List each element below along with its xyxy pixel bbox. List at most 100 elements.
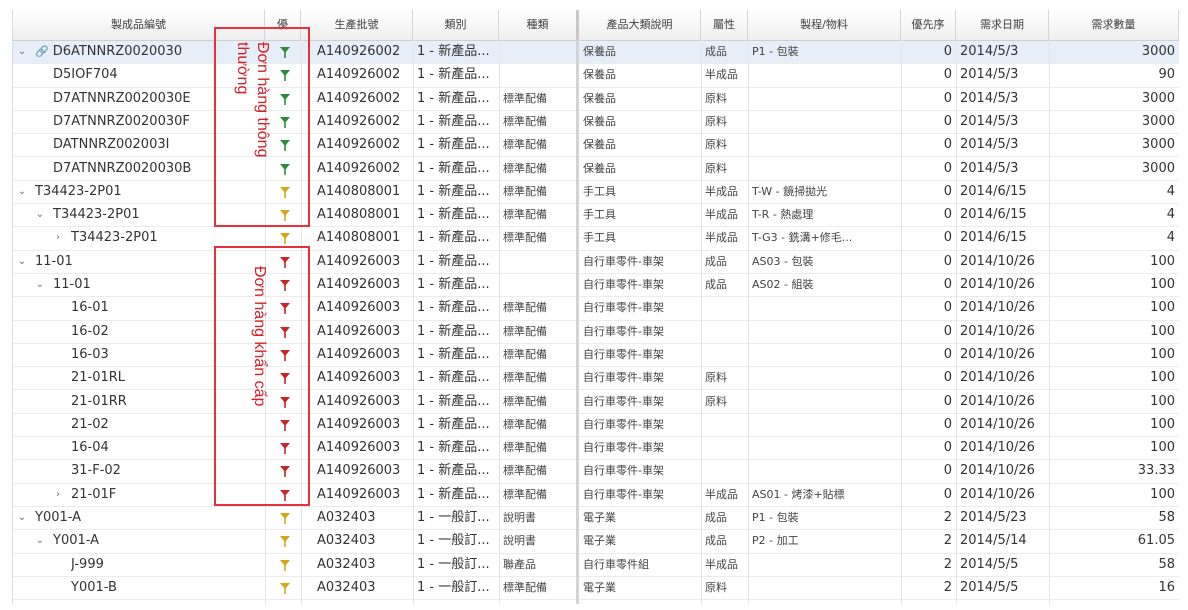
- batch-cell: A140808001: [317, 207, 401, 223]
- table-row[interactable]: 16-02 A140926003 1 - 新產品... 標準配備 自行車零件-車架 0 20…: [13, 321, 1179, 344]
- qty-cell: 3000: [1141, 44, 1175, 59]
- qty-cell: 90: [1158, 67, 1175, 83]
- header-demand-date[interactable]: 需求日期: [956, 10, 1049, 40]
- column-divider: [748, 40, 749, 604]
- qty-cell: 100: [1150, 486, 1175, 502]
- attribute-cell: 半成品: [705, 231, 738, 245]
- collapse-toggle-icon[interactable]: ⌄: [35, 204, 45, 226]
- product-code-text: 16-01: [71, 300, 109, 316]
- desc-cell: 自行車零件-車架: [583, 464, 664, 478]
- desc-cell: 保養品: [583, 114, 616, 128]
- process-cell: [748, 460, 901, 482]
- table-row[interactable]: 21-01RR A140926003 1 - 新產品... 標準配備 自行車零件-車架 原…: [13, 391, 1179, 414]
- desc-cell: 電子業: [583, 534, 616, 548]
- priority-cell: 0: [943, 67, 952, 83]
- collapse-toggle-icon[interactable]: ⌄: [17, 507, 27, 529]
- qty-cell: 100: [1150, 370, 1175, 386]
- header-batch-no[interactable]: 生產批號: [301, 10, 413, 40]
- table-row[interactable]: ⌄ T34423-2P01 A140808001 1 - 新產品... 標準配備 手工具 半…: [13, 181, 1179, 205]
- table-row[interactable]: D7ATNNRZ0020030B A140926002 1 - 新產品... 標準配備…: [13, 158, 1179, 181]
- date-cell: 2014/6/15: [960, 230, 1027, 246]
- collapse-toggle-icon[interactable]: ⌄: [17, 181, 27, 203]
- table-row[interactable]: ⌄ 11-01 A140926003 1 - 新產品... 自行車零件-車架 成品 AS02…: [13, 274, 1179, 298]
- table-row[interactable]: J-999 A032403 1 - 一般訂... 聯產品 自行車零件組 半成品 2 2014/…: [13, 554, 1179, 577]
- attribute-cell: 原料: [705, 580, 727, 594]
- process-cell: AS03 - 包裝: [752, 254, 814, 268]
- header-process-material[interactable]: 製程/物料: [748, 10, 901, 40]
- product-code-text: T34423-2P01: [53, 207, 140, 223]
- table-row[interactable]: 21-02 A140926003 1 - 新產品... 標準配備 自行車零件-車架 0 20…: [13, 414, 1179, 438]
- kind-cell: 聯產品: [503, 557, 536, 571]
- priority-cell: 0: [943, 137, 952, 153]
- table-row[interactable]: ⌄ 🔗 D6ATNNRZ0020030 A140926002 1 - 新產品... 保養品…: [13, 41, 1179, 65]
- qty-cell: 3000: [1141, 90, 1175, 106]
- product-code-cell[interactable]: Y001-A: [35, 507, 263, 529]
- table-row[interactable]: 31-F-02 A140926003 1 - 新產品... 標準配備 自行車零件-車架 0…: [13, 460, 1179, 484]
- desc-cell: 自行車零件-車架: [583, 278, 664, 291]
- kind-cell: 說明書: [503, 511, 536, 524]
- kind-cell: 標準配備: [503, 138, 547, 152]
- process-cell: [748, 158, 901, 180]
- batch-cell: A140926003: [317, 463, 401, 479]
- table-row[interactable]: 21-01RL A140926003 1 - 新產品... 標準配備 自行車零件-車架 原…: [13, 367, 1179, 391]
- header-category[interactable]: 類別: [413, 10, 499, 40]
- collapse-toggle-icon[interactable]: ⌄: [17, 41, 27, 63]
- header-demand-qty[interactable]: 需求數量: [1049, 10, 1179, 40]
- desc-cell: 自行車零件-車架: [583, 347, 664, 361]
- qty-cell: 100: [1150, 346, 1175, 362]
- date-cell: 2014/6/15: [960, 207, 1027, 223]
- product-code-text: T34423-2P01: [35, 183, 122, 199]
- table-row[interactable]: D7ATNNRZ0020030F A140926002 1 - 新產品... 標準配備…: [13, 111, 1179, 135]
- desc-cell: 自行車零件-車架: [583, 417, 664, 431]
- priority-flag-icon: [280, 513, 290, 524]
- table-row[interactable]: ⌄ 11-01 A140926003 1 - 新產品... 自行車零件-車架 成品 AS03…: [13, 251, 1179, 274]
- table-row[interactable]: ⌄ Y001-A A032403 1 - 一般訂... 說明書 電子業 成品 P2 - 加工 2…: [13, 530, 1179, 554]
- product-code-cell[interactable]: Y001-A: [53, 530, 263, 552]
- expand-toggle-icon[interactable]: ›: [53, 484, 63, 506]
- priority-cell: 2: [943, 533, 952, 549]
- batch-cell: A140926002: [317, 113, 401, 129]
- collapse-toggle-icon[interactable]: ⌄: [35, 274, 45, 296]
- table-row[interactable]: Y001-B A032403 1 - 一般訂... 標準配備 電子業 原料 2 2014/5/…: [13, 577, 1179, 601]
- table-row[interactable]: 16-04 A140926003 1 - 新產品... 標準配備 自行車零件-車架 0 20…: [13, 437, 1179, 461]
- process-cell: AS01 - 烤漆+貼標: [752, 487, 845, 501]
- table-row[interactable]: ⌄ T34423-2P01 A140808001 1 - 新產品... 標準配備 手工具 半…: [13, 204, 1179, 228]
- category-cell: 1 - 新產品...: [417, 90, 490, 106]
- table-row[interactable]: ⌄ Y001-A A032403 1 - 一般訂... 說明書 電子業 成品 P1 - 包裝 2…: [13, 507, 1179, 531]
- table-row[interactable]: › 21-01F A140926003 1 - 新產品... 標準配備 自行車零件-車架 半…: [13, 484, 1179, 507]
- process-cell: [748, 297, 901, 319]
- priority-cell: 0: [943, 183, 952, 199]
- priority-cell: 2: [943, 556, 952, 572]
- process-cell: [748, 367, 901, 389]
- batch-cell: A140926003: [317, 323, 401, 339]
- collapse-toggle-icon[interactable]: ⌄: [35, 530, 45, 552]
- category-cell: 1 - 新產品...: [417, 323, 490, 339]
- batch-cell: A032403: [317, 556, 376, 572]
- process-cell: [748, 437, 901, 459]
- expand-toggle-icon[interactable]: ›: [53, 227, 63, 249]
- header-product-desc[interactable]: 產品大類說明: [579, 10, 701, 40]
- process-cell: [748, 88, 901, 110]
- desc-cell: 保養品: [583, 68, 616, 82]
- priority-cell: 0: [943, 346, 952, 362]
- table-row[interactable]: 16-01 A140926003 1 - 新產品... 標準配備 自行車零件-車架 0 20…: [13, 297, 1179, 321]
- header-sequence[interactable]: 優先序: [901, 10, 956, 40]
- product-code-text: Y001-B: [71, 579, 117, 595]
- qty-cell: 3000: [1141, 137, 1175, 153]
- table-row[interactable]: 16-03 A140926003 1 - 新產品... 標準配備 自行車零件-車架 0 20…: [13, 344, 1179, 368]
- priority-cell: 0: [943, 393, 952, 409]
- table-row[interactable]: › T34423-2P01 A140808001 1 - 新產品... 標準配備 手工具 半…: [13, 227, 1179, 251]
- header-attribute[interactable]: 屬性: [701, 10, 748, 40]
- table-row[interactable]: DATNNRZ002003I A140926002 1 - 新產品... 標準配備 保養…: [13, 134, 1179, 158]
- process-cell: AS02 - 組裝: [752, 278, 814, 291]
- table-row[interactable]: D5IOF704 A140926002 1 - 新產品... 保養品 半成品 0 2014/…: [13, 64, 1179, 88]
- table-row[interactable]: D7ATNNRZ0020030E A140926002 1 - 新產品... 標準配備…: [13, 88, 1179, 111]
- product-code-cell[interactable]: Y001-B: [71, 577, 263, 599]
- product-code-cell[interactable]: J-999: [71, 554, 263, 576]
- date-cell: 2014/10/26: [960, 440, 1035, 456]
- collapse-toggle-icon[interactable]: ⌄: [17, 251, 27, 273]
- attribute-cell: 成品: [705, 534, 727, 548]
- product-code-text: T34423-2P01: [71, 230, 158, 246]
- date-cell: 2014/5/3: [960, 44, 1019, 59]
- header-kind[interactable]: 種類: [499, 10, 579, 40]
